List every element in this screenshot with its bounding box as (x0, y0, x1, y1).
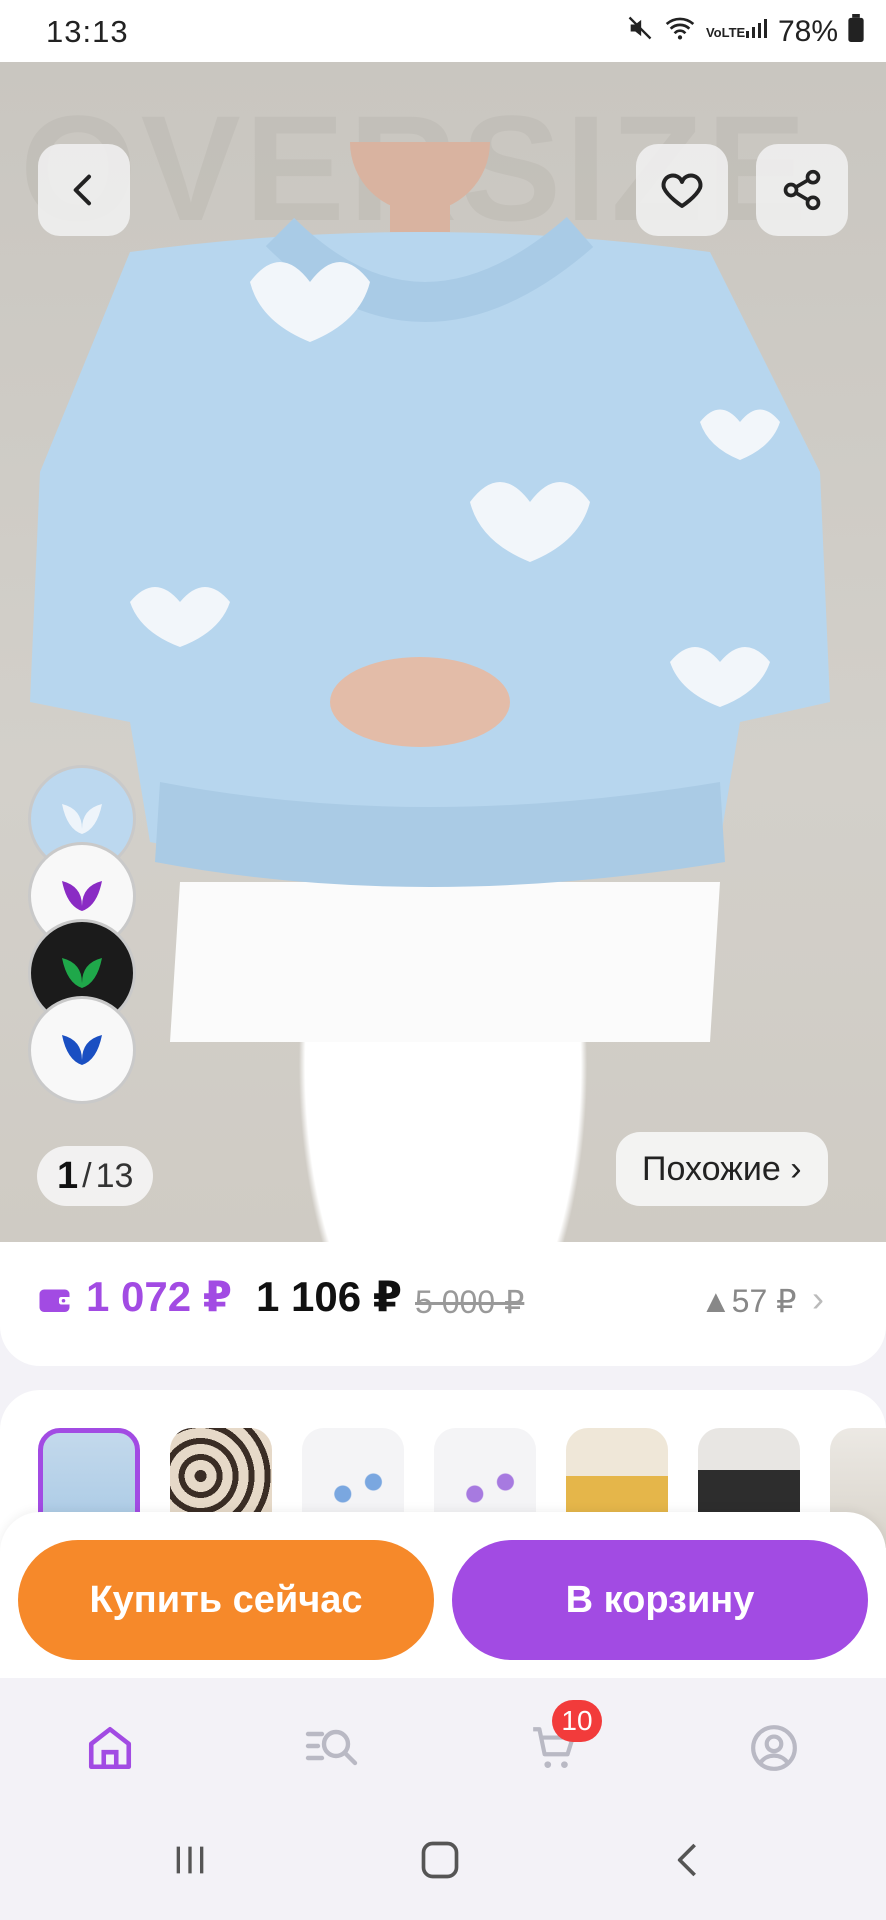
back-button[interactable] (38, 144, 130, 236)
butterfly-icon (62, 881, 102, 911)
nav-home[interactable] (70, 1708, 150, 1788)
image-counter-current: 1 (57, 1154, 79, 1197)
catalog-search-icon (305, 1729, 358, 1766)
old-price: 5 000 ₽ (415, 1284, 525, 1320)
volte-label: VoLTE (705, 24, 746, 40)
price-card[interactable]: 1 072 ₽ 1 106 ₽ 5 000 ₽ ▲57 ₽ › (0, 1242, 886, 1366)
status-icons: VoLTE 78% (626, 14, 864, 50)
system-navigation-bar (0, 1806, 886, 1920)
add-to-cart-button[interactable]: В корзину (452, 1540, 868, 1660)
share-icon (783, 169, 821, 211)
butterfly-icon (62, 958, 102, 988)
home-system-button[interactable] (418, 1838, 462, 1887)
wallet-icon (38, 1284, 74, 1321)
butterfly-icon (62, 1035, 102, 1065)
status-time: 13:13 (46, 14, 129, 49)
battery-percent: 78% (777, 15, 838, 48)
home-square-icon (421, 1841, 459, 1879)
heart-icon (661, 173, 703, 208)
mute-icon (626, 14, 654, 50)
battery-icon (848, 14, 864, 50)
share-button[interactable] (756, 144, 848, 236)
nav-catalog[interactable] (292, 1708, 372, 1788)
recent-apps-button[interactable] (170, 1840, 210, 1885)
action-bar: Купить сейчас В корзину (0, 1512, 886, 1678)
wifi-icon (664, 14, 696, 50)
image-counter: 1 / 13 (37, 1146, 154, 1206)
signal-icon (744, 15, 768, 49)
butterfly-icon (62, 804, 102, 834)
current-price: 1 106 ₽ (256, 1273, 402, 1320)
chevron-left-icon (677, 1843, 696, 1877)
back-arrow-icon (73, 174, 91, 206)
sweater-photo (30, 142, 830, 1042)
system-back-button[interactable] (668, 1838, 708, 1887)
chevron-right-icon: › (812, 1278, 824, 1319)
profile-icon (751, 1725, 797, 1771)
buy-now-button[interactable]: Купить сейчас (18, 1540, 434, 1660)
price-change: ▲57 ₽ (700, 1283, 797, 1319)
image-counter-total: 13 (95, 1156, 134, 1195)
cart-badge: 10 (552, 1700, 602, 1742)
status-bar: 13:13 VoLTE 78% (0, 0, 886, 62)
image-counter-separator: / (82, 1156, 92, 1195)
similar-button[interactable]: Похожие › (616, 1132, 828, 1206)
bottom-navigation (0, 1678, 886, 1806)
nav-profile[interactable] (734, 1708, 814, 1788)
favorite-button[interactable] (636, 144, 728, 236)
color-swatch-royal-blue[interactable] (28, 996, 136, 1104)
home-icon (88, 1726, 132, 1770)
wallet-price: 1 072 ₽ (86, 1273, 232, 1320)
recent-apps-icon (176, 1846, 204, 1874)
product-image-gallery[interactable]: OVERSIZE (0, 62, 886, 1242)
